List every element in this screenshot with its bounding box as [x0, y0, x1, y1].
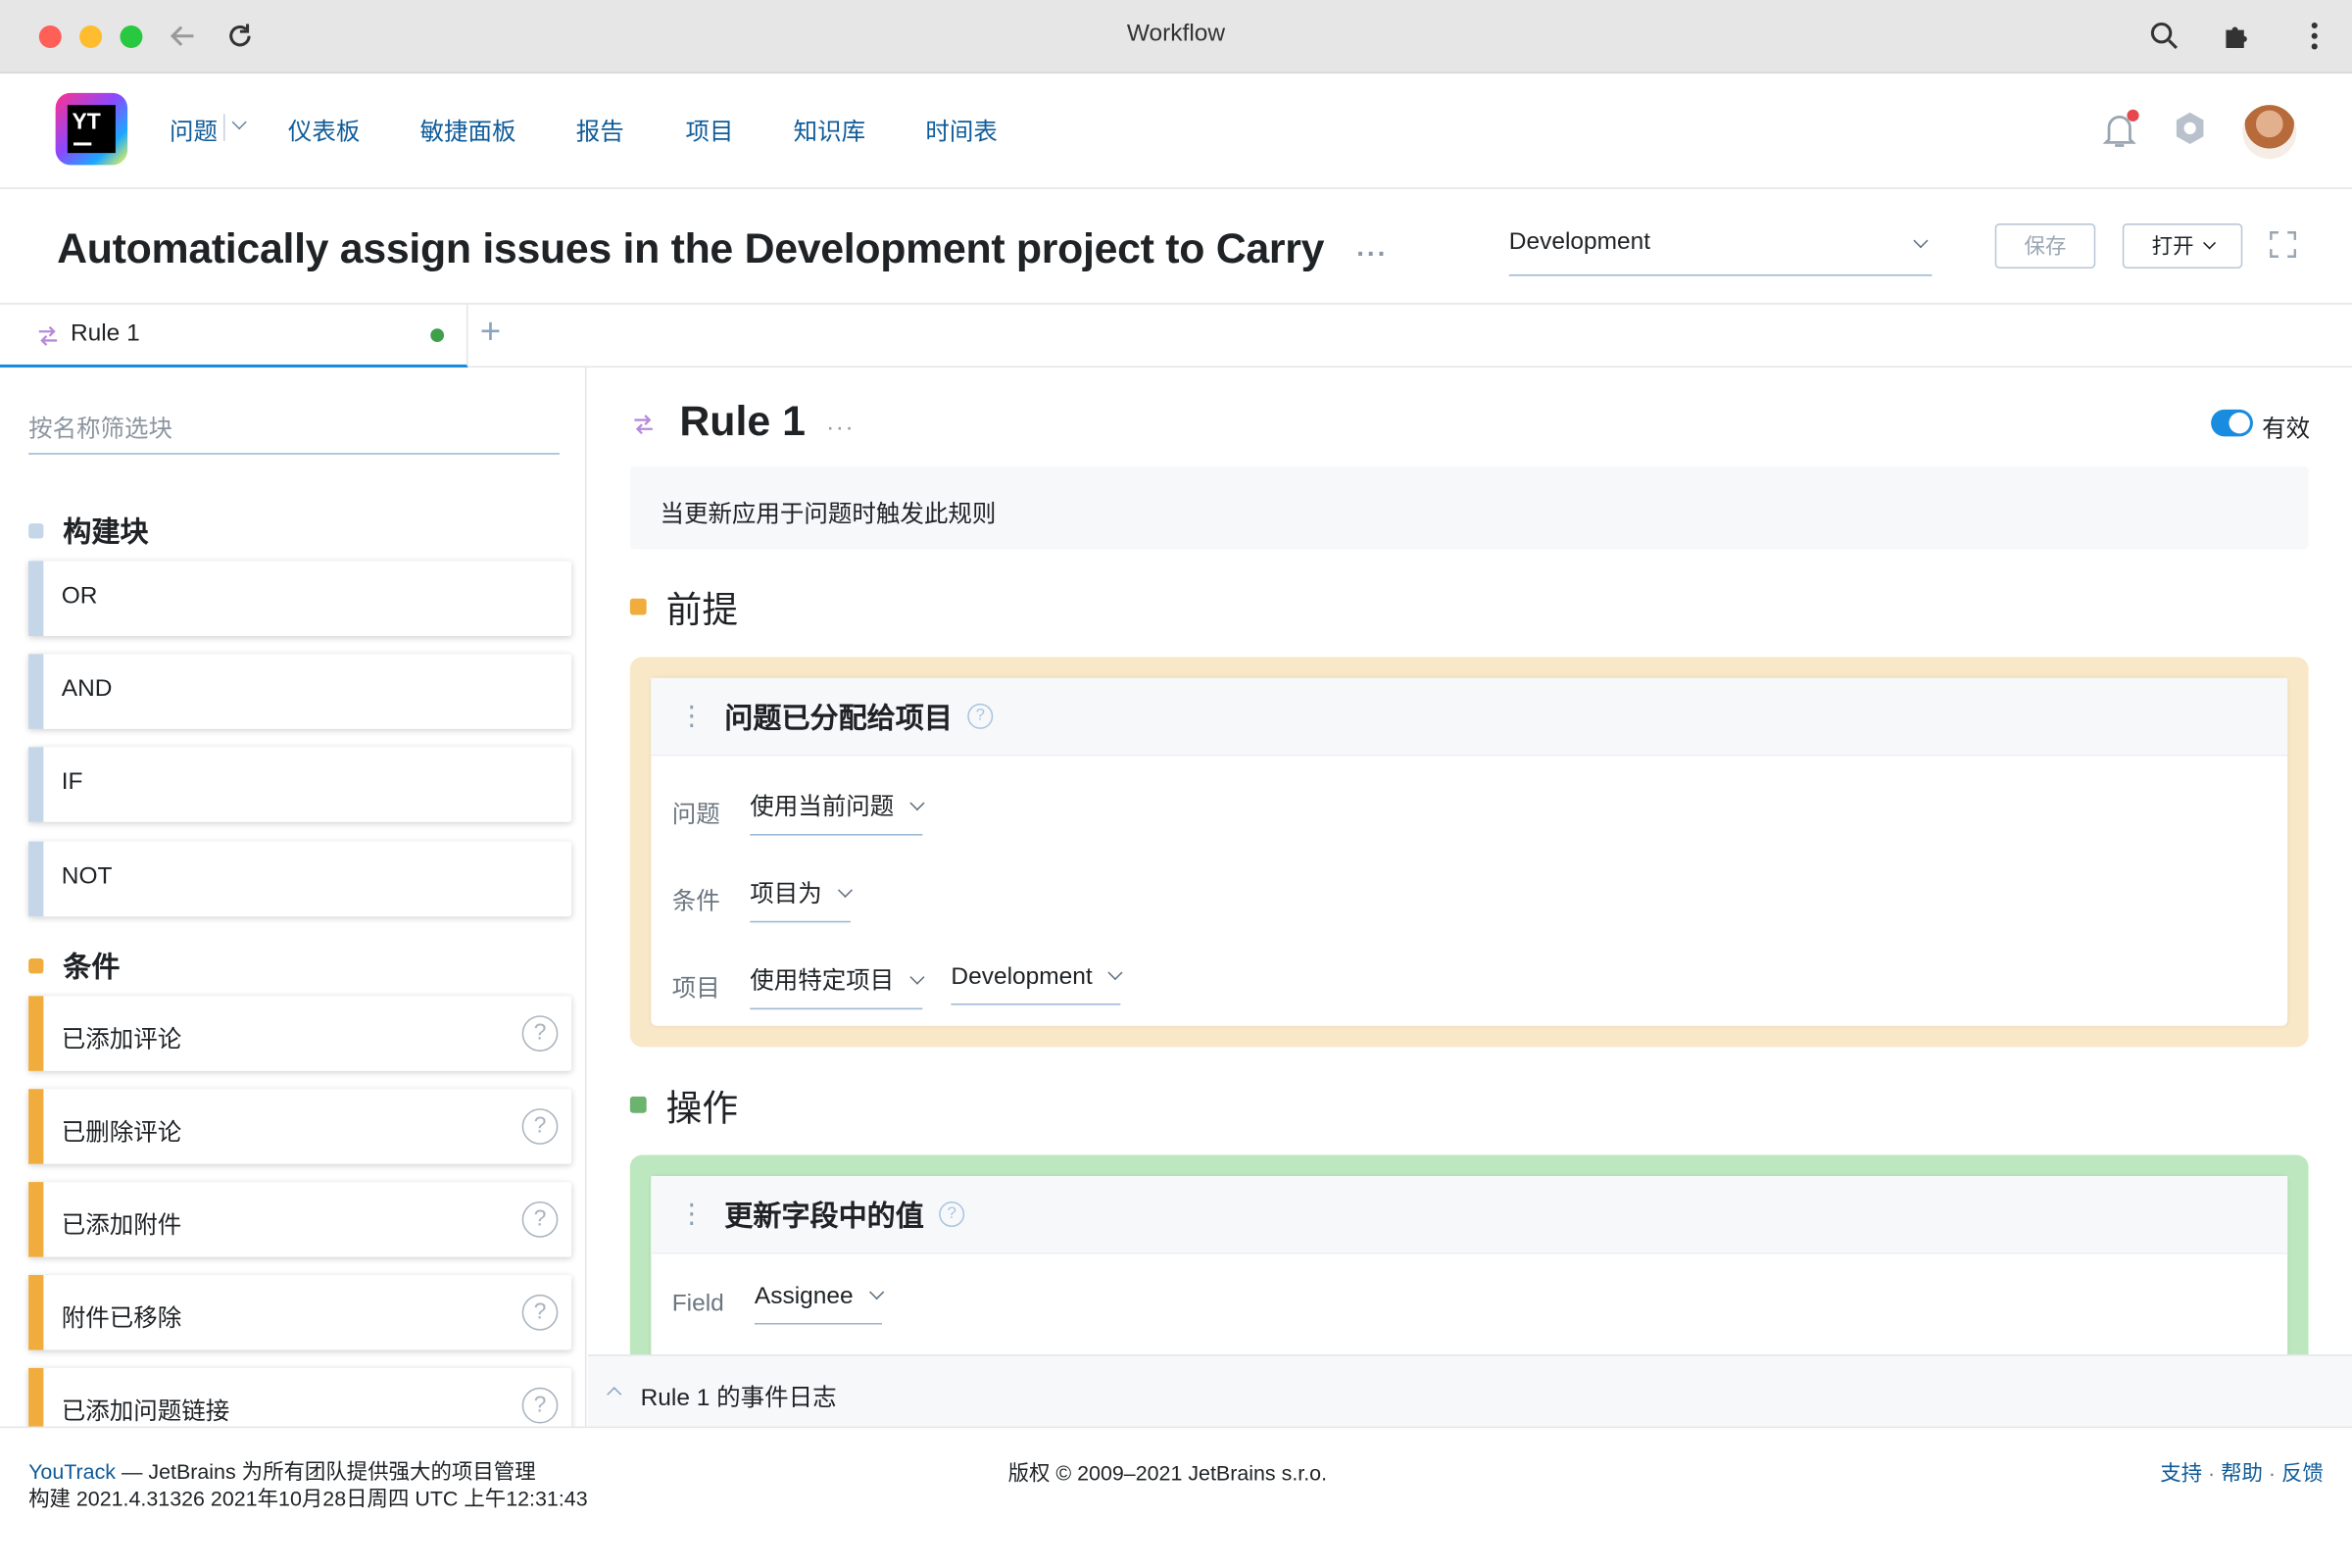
rule-enabled-toggle[interactable]: [2211, 409, 2253, 437]
youtrack-link[interactable]: YouTrack: [28, 1459, 116, 1483]
rule-editor: Rule 1 ··· 有效 当更新应用于问题时触发此规则 前提 ⋮ 问题已分配给…: [588, 368, 2352, 1355]
support-link[interactable]: 支持: [2160, 1461, 2202, 1485]
nav-timesheets[interactable]: 时间表: [925, 111, 997, 147]
actions-heading: 操作: [629, 1079, 738, 1132]
condition-card: ⋮ 问题已分配给项目 ? 问题 使用当前问题 条件 项目为 项目 使用特定项目 …: [651, 677, 2288, 1026]
block-filter-input[interactable]: 按名称筛选块: [28, 401, 560, 455]
main-navigation: YT 问题 仪表板 敏捷面板 报告 项目 知识库 时间表: [0, 73, 2352, 189]
tab-label: Rule 1: [70, 320, 140, 347]
help-link[interactable]: 帮助: [2221, 1461, 2263, 1485]
section-conditions: 条件: [28, 945, 120, 985]
condition-card-header[interactable]: ⋮ 问题已分配给项目 ?: [651, 677, 2288, 757]
block-issue-link-added[interactable]: 已添加问题链接?: [28, 1367, 572, 1427]
drag-handle-icon[interactable]: ⋮: [678, 1199, 706, 1230]
footer-links: 支持 · 帮助 · 反馈: [2160, 1460, 2324, 1486]
save-button[interactable]: 保存: [1994, 223, 2096, 269]
section-building-blocks: 构建块: [28, 510, 149, 550]
rule-enabled-label: 有效: [2262, 416, 2311, 443]
rule-tabs: Rule 1 +: [0, 304, 2352, 368]
youtrack-logo[interactable]: YT: [55, 92, 128, 166]
rule-description: 当更新应用于问题时触发此规则: [629, 466, 2309, 550]
nav-issues-chevron-down-icon[interactable]: [231, 115, 247, 130]
blocks-sidebar: 按名称筛选块 构建块 OR AND IF NOT 条件 已添加评论? 已删除评论…: [0, 367, 587, 1427]
condition-row-issue: 问题 使用当前问题: [672, 786, 952, 836]
notifications-bell-icon[interactable]: [2097, 104, 2145, 155]
tab-rule-1[interactable]: Rule 1: [0, 304, 468, 368]
block-comment-deleted[interactable]: 已删除评论?: [28, 1089, 572, 1164]
field-select[interactable]: Assignee: [754, 1284, 884, 1325]
search-icon[interactable]: [2146, 18, 2182, 54]
project-value-select[interactable]: Development: [951, 964, 1124, 1005]
chevron-down-icon: [837, 882, 854, 898]
condition-select[interactable]: 项目为: [750, 873, 854, 923]
block-comment-added[interactable]: 已添加评论?: [28, 996, 572, 1071]
block-and[interactable]: AND: [28, 654, 572, 729]
nav-agile-boards[interactable]: 敏捷面板: [420, 111, 516, 147]
actions-container: ⋮ 更新字段中的值 ? Field Assignee: [629, 1154, 2309, 1355]
tab-status-dot: [430, 328, 445, 342]
chevron-down-icon: [1107, 965, 1124, 981]
window-title: Workflow: [1126, 21, 1226, 47]
help-icon[interactable]: ?: [939, 1201, 965, 1228]
help-icon[interactable]: ?: [521, 1294, 559, 1331]
chevron-down-icon: [2202, 236, 2216, 250]
rule-swap-icon: [631, 413, 655, 444]
extensions-puzzle-icon[interactable]: [2219, 18, 2255, 54]
nav-knowledge-base[interactable]: 知识库: [794, 111, 865, 147]
condition-row-project: 项目 使用特定项目 Development: [672, 960, 1150, 1010]
action-card-header[interactable]: ⋮ 更新字段中的值 ?: [651, 1175, 2288, 1254]
chevron-up-icon: [607, 1387, 622, 1402]
event-log-toggle[interactable]: Rule 1 的事件日志: [587, 1354, 2352, 1427]
more-vertical-icon[interactable]: [2296, 18, 2332, 54]
issue-select[interactable]: 使用当前问题: [750, 786, 925, 836]
prerequisites-heading: 前提: [629, 580, 738, 633]
nav-projects[interactable]: 项目: [685, 111, 733, 147]
open-dropdown-button[interactable]: 打开: [2122, 223, 2243, 269]
action-card: ⋮ 更新字段中的值 ? Field Assignee: [651, 1175, 2288, 1355]
prerequisites-container: ⋮ 问题已分配给项目 ? 问题 使用当前问题 条件 项目为 项目 使用特定项目 …: [629, 657, 2309, 1048]
block-attachment-added[interactable]: 已添加附件?: [28, 1182, 572, 1257]
feedback-link[interactable]: 反馈: [2281, 1461, 2324, 1485]
project-mode-select[interactable]: 使用特定项目: [750, 960, 925, 1010]
fullscreen-icon[interactable]: [2270, 231, 2297, 259]
add-rule-tab-button[interactable]: +: [480, 315, 501, 351]
action-row-field: Field Assignee: [672, 1284, 910, 1325]
nav-dashboards[interactable]: 仪表板: [288, 111, 360, 147]
browser-titlebar: Workflow: [0, 0, 2352, 74]
nav-issues-divider: [223, 114, 225, 141]
help-icon[interactable]: ?: [967, 703, 994, 729]
help-icon[interactable]: ?: [521, 1387, 559, 1424]
copyright: 版权 © 2009–2021 JetBrains s.r.o.: [1007, 1460, 1328, 1486]
block-not[interactable]: NOT: [28, 841, 572, 917]
footer-about: YouTrack — JetBrains 为所有团队提供强大的项目管理 构建 2…: [28, 1459, 588, 1511]
rule-more-icon[interactable]: ···: [826, 416, 855, 441]
project-select[interactable]: Development: [1508, 219, 1933, 276]
help-icon[interactable]: ?: [521, 1015, 559, 1052]
user-avatar[interactable]: [2242, 105, 2297, 160]
chevron-down-icon: [868, 1285, 884, 1300]
nav-reports[interactable]: 报告: [576, 111, 624, 147]
block-if[interactable]: IF: [28, 747, 572, 822]
workflow-header: Automatically assign issues in the Devel…: [0, 189, 2352, 305]
build-info: 构建 2021.4.31326 2021年10月28日周四 UTC 上午12:3…: [28, 1486, 588, 1511]
rule-swap-icon: [36, 324, 60, 356]
title-more-icon[interactable]: ···: [1356, 238, 1388, 269]
page-title: Automatically assign issues in the Devel…: [57, 224, 1389, 272]
help-icon[interactable]: ?: [521, 1108, 559, 1145]
settings-gear-icon[interactable]: [2168, 104, 2216, 155]
rule-title: Rule 1 ···: [679, 397, 856, 445]
nav-issues[interactable]: 问题: [170, 111, 218, 147]
condition-row-condition: 条件 项目为: [672, 873, 879, 923]
chevron-down-icon: [909, 969, 925, 985]
page-footer: YouTrack — JetBrains 为所有团队提供强大的项目管理 构建 2…: [0, 1426, 2352, 1568]
chevron-down-icon: [909, 796, 925, 811]
chevron-down-icon: [1913, 233, 1929, 249]
help-icon[interactable]: ?: [521, 1201, 559, 1238]
block-attachment-removed[interactable]: 附件已移除?: [28, 1275, 572, 1350]
block-or[interactable]: OR: [28, 561, 572, 636]
drag-handle-icon[interactable]: ⋮: [678, 701, 706, 732]
